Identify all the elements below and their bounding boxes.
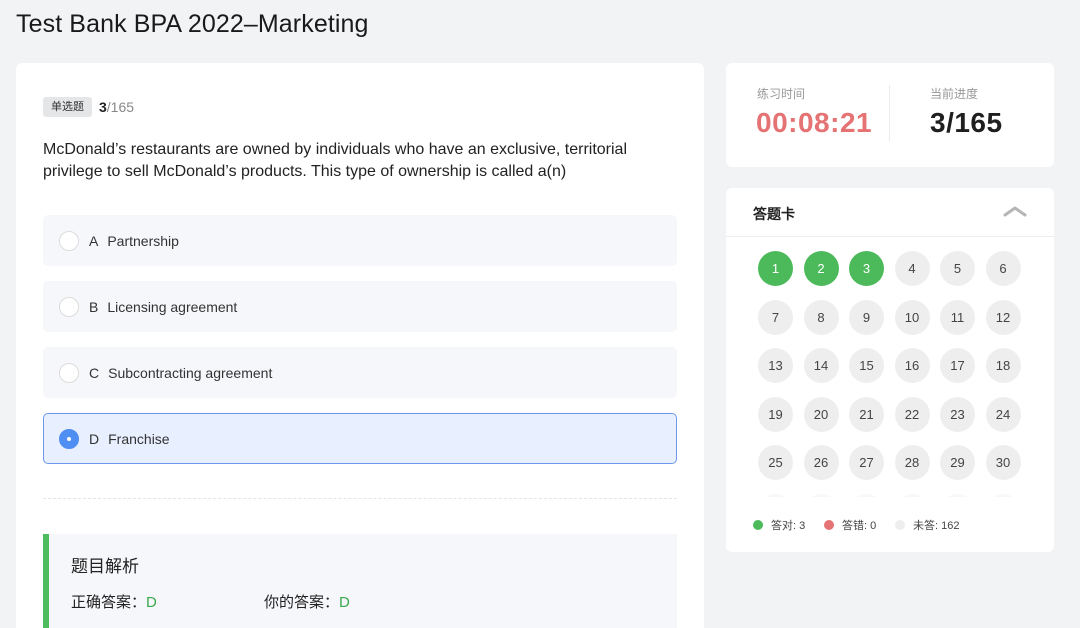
correct-answer-value: D xyxy=(146,594,157,611)
analysis-title: 题目解析 xyxy=(71,557,139,576)
question-cell-15[interactable]: 15 xyxy=(849,348,884,383)
your-answer-value: D xyxy=(339,594,350,611)
option-letter: C xyxy=(89,364,100,381)
question-cell-25[interactable]: 25 xyxy=(758,445,793,480)
progress-value: 3/165 xyxy=(930,107,1003,138)
option-b[interactable]: B Licensing agreement xyxy=(43,281,677,332)
question-cell-23[interactable]: 23 xyxy=(940,396,975,432)
question-cell-29[interactable]: 29 xyxy=(940,445,975,480)
correct-dot-icon xyxy=(753,520,763,530)
answer-sheet-title: 答题卡 xyxy=(753,206,795,222)
question-cell-9[interactable]: 9 xyxy=(849,299,884,335)
question-cell-8[interactable]: 8 xyxy=(803,299,839,335)
chevron-up-icon[interactable] xyxy=(1002,202,1028,222)
option-label: Franchise xyxy=(108,430,170,447)
page-title: Test Bank BPA 2022–Marketing xyxy=(16,10,369,38)
time-value: 00:08:21 xyxy=(756,107,873,138)
question-cell-17[interactable]: 17 xyxy=(940,348,975,383)
radio-icon[interactable] xyxy=(59,362,79,383)
question-cell-10[interactable]: 10 xyxy=(894,299,930,335)
question-number: 3 xyxy=(99,99,107,115)
question-cell-4[interactable]: 4 xyxy=(894,251,930,286)
question-cell-28[interactable]: 28 xyxy=(894,445,930,480)
answer-sheet-divider xyxy=(726,236,1054,237)
answer-sheet-grid: 1 2 3 4 5 6 7 8 9 10 11 12 13 14 15 16 17 18 19 20 21 22 23 24 2… xyxy=(758,251,1028,497)
correct-answer: 正确答案：D xyxy=(71,591,157,612)
question-card: 单选题 3 /165 McDonald’s restaurants are ow… xyxy=(16,63,704,628)
question-cell-3[interactable]: 3 xyxy=(849,251,884,286)
progress-label: 当前进度 xyxy=(930,87,979,101)
time-label: 练习时间 xyxy=(757,87,806,101)
question-cell-11[interactable]: 11 xyxy=(940,299,975,335)
answer-sheet-card: 答题卡 1 2 3 4 5 6 7 8 9 10 11 12 13 14 15 16 17 18 19 20 21 22 2… xyxy=(726,188,1054,552)
question-cell-1[interactable]: 1 xyxy=(758,251,793,286)
divider xyxy=(43,498,677,499)
radio-icon[interactable] xyxy=(59,230,79,251)
question-cell-30[interactable]: 30 xyxy=(985,445,1021,480)
question-cell-27[interactable]: 27 xyxy=(849,445,884,480)
question-text: McDonald’s restaurants are owned by indi… xyxy=(43,141,627,180)
question-cell-5[interactable]: 5 xyxy=(940,251,975,286)
question-type-badge: 单选题 xyxy=(43,97,92,117)
stats-separator xyxy=(889,85,890,141)
question-cell-7[interactable]: 7 xyxy=(758,299,793,335)
option-label: Partnership xyxy=(107,232,179,249)
question-cell-21[interactable]: 21 xyxy=(849,396,884,432)
question-cell-20[interactable]: 20 xyxy=(803,396,839,432)
legend-unanswered: 未答: 162 xyxy=(895,517,959,533)
question-meta: 单选题 3 /165 xyxy=(43,97,134,117)
question-cell-12[interactable]: 12 xyxy=(985,299,1021,335)
correct-answer-label: 正确答案： xyxy=(71,594,147,611)
question-cell-13[interactable]: 13 xyxy=(758,348,793,383)
option-letter: B xyxy=(89,298,99,315)
option-a[interactable]: A Partnership xyxy=(43,215,677,266)
wrong-dot-icon xyxy=(824,520,834,530)
legend-correct: 答对: 3 xyxy=(753,517,805,533)
option-letter: A xyxy=(89,232,99,249)
stats-card: 练习时间 00:08:21 当前进度 3/165 xyxy=(726,63,1054,167)
legend-correct-label: 答对: 3 xyxy=(771,520,806,532)
question-cell-24[interactable]: 24 xyxy=(985,396,1021,432)
question-cell-2[interactable]: 2 xyxy=(803,251,839,286)
question-cell-22[interactable]: 22 xyxy=(894,396,930,432)
question-cell-14[interactable]: 14 xyxy=(803,348,839,383)
question-cell-18[interactable]: 18 xyxy=(985,348,1021,383)
analysis-panel: 题目解析 正确答案：D 你的答案：D xyxy=(43,534,677,628)
unanswered-dot-icon xyxy=(895,520,905,530)
question-cell-26[interactable]: 26 xyxy=(803,445,839,480)
question-cell-6[interactable]: 6 xyxy=(985,251,1021,286)
option-label: Licensing agreement xyxy=(107,298,238,315)
your-answer-label: 你的答案： xyxy=(264,594,340,611)
option-letter: D xyxy=(89,430,100,447)
radio-selected-icon[interactable] xyxy=(59,428,79,449)
question-cell-19[interactable]: 19 xyxy=(758,396,793,432)
legend-wrong: 答错: 0 xyxy=(824,517,876,533)
your-answer: 你的答案：D xyxy=(264,591,350,612)
radio-icon[interactable] xyxy=(59,296,79,317)
question-total: /165 xyxy=(106,99,135,115)
option-label: Subcontracting agreement xyxy=(108,364,273,381)
question-cell-16[interactable]: 16 xyxy=(894,348,930,383)
option-c[interactable]: C Subcontracting agreement xyxy=(43,347,677,398)
option-d[interactable]: D Franchise xyxy=(43,413,677,464)
legend-wrong-label: 答错: 0 xyxy=(842,520,877,532)
legend-unanswered-label: 未答: 162 xyxy=(913,520,960,532)
scroll-fade xyxy=(726,484,1054,504)
